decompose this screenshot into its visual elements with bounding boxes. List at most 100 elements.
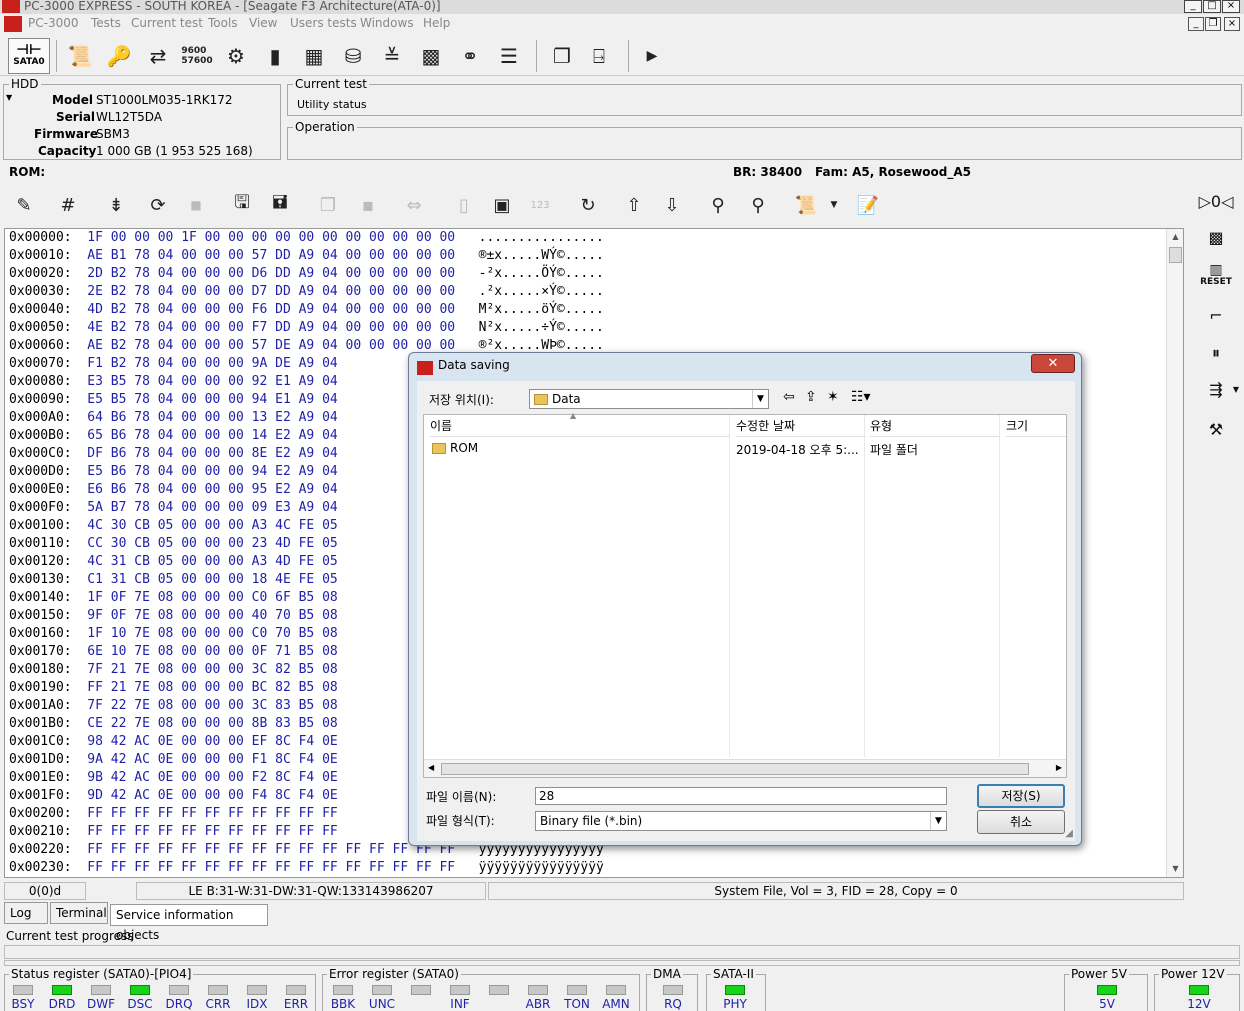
mdi-restore-button[interactable]: ❐ xyxy=(1205,17,1221,31)
table-icon[interactable]: ▦ xyxy=(298,40,330,72)
hex-row-ascii[interactable]: N²x.....÷Ý©..... xyxy=(479,320,604,335)
hex-row-bytes[interactable]: 64 B6 78 04 00 00 00 13 E2 A9 04 xyxy=(87,410,337,425)
list-icon[interactable]: ☰ xyxy=(493,40,525,72)
hex-row-bytes[interactable]: E3 B5 78 04 00 00 00 92 E1 A9 04 xyxy=(87,374,337,389)
chevron-down-icon[interactable]: ▼ xyxy=(930,812,946,830)
hex-row[interactable]: 0x001B0: CE 22 7E 08 00 00 00 8B 83 B5 0… xyxy=(9,715,361,733)
up-folder-icon[interactable]: ⇪ xyxy=(805,389,817,405)
hex-row[interactable]: 0x00030: 2E B2 78 04 00 00 00 D7 DD A9 0… xyxy=(9,283,604,301)
chevron-down-icon[interactable]: ▼ xyxy=(820,191,848,219)
hex-row-bytes[interactable]: 4C 30 CB 05 00 00 00 A3 4C FE 05 xyxy=(87,518,337,533)
download-icon[interactable]: ⇩ xyxy=(658,191,686,219)
minimize-button[interactable]: _ xyxy=(1184,0,1202,13)
hex-row[interactable]: 0x00000: 1F 00 00 00 1F 00 00 00 00 00 0… xyxy=(9,229,604,247)
sata-port-button[interactable]: ⊣⊢ SATA0 xyxy=(8,38,50,74)
menu-tools[interactable]: Tools xyxy=(208,16,238,30)
hex-row-ascii[interactable]: M²x.....öÝ©..... xyxy=(479,302,604,317)
save-button[interactable]: 저장(S) xyxy=(977,784,1065,808)
exit-icon[interactable]: ⍈ xyxy=(583,40,615,72)
horizontal-scroll-thumb[interactable] xyxy=(441,763,1029,775)
hex-row-bytes[interactable]: 9F 0F 7E 08 00 00 00 40 70 B5 08 xyxy=(87,608,337,623)
hex-row-bytes[interactable]: 9A 42 AC 0E 00 00 00 F1 8C F4 0E xyxy=(87,752,337,767)
hex-row-bytes[interactable]: 98 42 AC 0E 00 00 00 EF 8C F4 0E xyxy=(87,734,337,749)
transfer-icon[interactable]: ⇄ xyxy=(142,40,174,72)
hex-row[interactable]: 0x000F0: 5A B7 78 04 00 00 00 09 E3 A9 0… xyxy=(9,499,361,517)
hex-row[interactable]: 0x00070: F1 B2 78 04 00 00 00 9A DE A9 0… xyxy=(9,355,361,373)
hex-row[interactable]: 0x00190: FF 21 7E 08 00 00 00 BC 82 B5 0… xyxy=(9,679,361,697)
mdi-app-icon[interactable] xyxy=(4,16,22,32)
hex-row-ascii[interactable]: ................ xyxy=(479,230,604,245)
hex-row[interactable]: 0x001C0: 98 42 AC 0E 00 00 00 EF 8C F4 0… xyxy=(9,733,361,751)
mdi-close-button[interactable]: × xyxy=(1224,17,1240,31)
menu-windows[interactable]: Windows xyxy=(360,16,414,30)
key-icon[interactable]: 🔑 xyxy=(103,40,135,72)
hex-row-bytes[interactable]: E6 B6 78 04 00 00 00 95 E2 A9 04 xyxy=(87,482,337,497)
view-menu-icon[interactable]: ☷▾ xyxy=(851,389,871,405)
hex-row-bytes[interactable]: 1F 10 7E 08 00 00 00 C0 70 B5 08 xyxy=(87,626,337,641)
rotate-doc-icon[interactable]: ↻ xyxy=(574,191,602,219)
chevron-down-icon[interactable]: ▼ xyxy=(1230,374,1242,404)
new-doc-icon[interactable]: ▯ xyxy=(450,191,478,219)
probe-icon[interactable]: ⌐ xyxy=(1196,300,1236,330)
hex-row-bytes[interactable]: 2E B2 78 04 00 00 00 D7 DD A9 04 00 00 0… xyxy=(87,284,455,299)
stop-icon[interactable]: ■ xyxy=(182,191,210,219)
power5-indicator[interactable]: 5V xyxy=(1096,985,1118,1011)
pause-icon[interactable]: ⏸ xyxy=(1196,338,1236,368)
hex-row[interactable]: 0x00020: 2D B2 78 04 00 00 00 D6 DD A9 0… xyxy=(9,265,604,283)
tab-service-information-objects[interactable]: Service information objects xyxy=(110,904,268,942)
read-down-icon[interactable]: ⇟ xyxy=(102,191,130,219)
hex-row[interactable]: 0x000B0: 65 B6 78 04 00 00 00 14 E2 A9 0… xyxy=(9,427,361,445)
hex-row-bytes[interactable]: 7F 21 7E 08 00 00 00 3C 82 B5 08 xyxy=(87,662,337,677)
save-all-icon[interactable]: 🖬 xyxy=(266,191,294,219)
hex-row[interactable]: 0x00090: E5 B5 78 04 00 00 00 94 E1 A9 0… xyxy=(9,391,361,409)
hex-row-bytes[interactable]: FF FF FF FF FF FF FF FF FF FF FF FF FF F… xyxy=(87,842,455,857)
chevron-down-icon[interactable]: ▼ xyxy=(752,390,768,408)
hash-icon[interactable]: # xyxy=(54,191,82,219)
hex-row[interactable]: 0x00100: 4C 30 CB 05 00 00 00 A3 4C FE 0… xyxy=(9,517,361,535)
hex-row-bytes[interactable]: AE B2 78 04 00 00 00 57 DE A9 04 00 00 0… xyxy=(87,338,455,353)
column-size-header[interactable]: 크기 xyxy=(1006,415,1066,437)
hdd-dropdown-icon[interactable]: ▼ xyxy=(6,93,12,102)
scroll-down-icon[interactable]: ▼ xyxy=(1167,861,1183,877)
find-next-icon[interactable]: ⚲ xyxy=(744,191,772,219)
cancel-button[interactable]: 취소 xyxy=(977,810,1065,834)
hex-row-bytes[interactable]: FF FF FF FF FF FF FF FF FF FF FF FF FF F… xyxy=(87,860,455,875)
menu-view[interactable]: View xyxy=(249,16,277,30)
upload-icon[interactable]: ⇧ xyxy=(620,191,648,219)
hex-row[interactable]: 0x00010: AE B1 78 04 00 00 00 57 DD A9 0… xyxy=(9,247,604,265)
power-toggle-icon[interactable]: ▷0◁ xyxy=(1196,186,1236,216)
hex-row-bytes[interactable]: E5 B6 78 04 00 00 00 94 E2 A9 04 xyxy=(87,464,337,479)
dialog-close-button[interactable]: ✕ xyxy=(1031,354,1075,373)
hex-row-bytes[interactable]: CC 30 CB 05 00 00 00 23 4D FE 05 xyxy=(87,536,337,551)
hex-row[interactable]: 0x00130: C1 31 CB 05 00 00 00 18 4E FE 0… xyxy=(9,571,361,589)
hex-row-bytes[interactable]: 9B 42 AC 0E 00 00 00 F2 8C F4 0E xyxy=(87,770,337,785)
menu-current-test[interactable]: Current test xyxy=(131,16,203,30)
close-button[interactable]: × xyxy=(1222,0,1240,13)
hex-row-bytes[interactable]: 6E 10 7E 08 00 00 00 0F 71 B5 08 xyxy=(87,644,337,659)
hex-row-bytes[interactable]: FF FF FF FF FF FF FF FF FF FF FF xyxy=(87,824,337,839)
power12-indicator[interactable]: 12V xyxy=(1187,985,1211,1011)
hex-row[interactable]: 0x00040: 4D B2 78 04 00 00 00 F6 DD A9 0… xyxy=(9,301,604,319)
hex-row[interactable]: 0x00110: CC 30 CB 05 00 00 00 23 4D FE 0… xyxy=(9,535,361,553)
hex-row-bytes[interactable]: 1F 00 00 00 1F 00 00 00 00 00 00 00 00 0… xyxy=(87,230,455,245)
tab-log[interactable]: Log xyxy=(4,902,48,924)
hex-row[interactable]: 0x00180: 7F 21 7E 08 00 00 00 3C 82 B5 0… xyxy=(9,661,361,679)
disk-icon[interactable]: ⛁ xyxy=(337,40,369,72)
scroll-up-icon[interactable]: ▲ xyxy=(1167,229,1183,245)
hex-row-bytes[interactable]: 65 B6 78 04 00 00 00 14 E2 A9 04 xyxy=(87,428,337,443)
hex-row[interactable]: 0x001E0: 9B 42 AC 0E 00 00 00 F2 8C F4 0… xyxy=(9,769,361,787)
network-icon[interactable]: ⚭ xyxy=(454,40,486,72)
hex-row-bytes[interactable]: 9D 42 AC 0E 00 00 00 F4 8C F4 0E xyxy=(87,788,337,803)
scroll-thumb[interactable] xyxy=(1169,247,1182,263)
baud-rate-icon[interactable]: 9600 57600 xyxy=(181,40,213,72)
hex-row-bytes[interactable]: 4D B2 78 04 00 00 00 F6 DD A9 04 00 00 0… xyxy=(87,302,455,317)
hex-row-bytes[interactable]: 4E B2 78 04 00 00 00 F7 DD A9 04 00 00 0… xyxy=(87,320,455,335)
hex-row[interactable]: 0x00050: 4E B2 78 04 00 00 00 F7 DD A9 0… xyxy=(9,319,604,337)
hex-row-ascii[interactable]: -²x.....ÖÝ©..... xyxy=(479,266,604,281)
binoculars-icon[interactable]: ⚲ xyxy=(704,191,732,219)
hex-row-ascii[interactable]: ÿÿÿÿÿÿÿÿÿÿÿÿÿÿÿÿ xyxy=(479,860,604,875)
new-folder-icon[interactable]: ✶ xyxy=(827,389,839,405)
hex-row[interactable]: 0x00150: 9F 0F 7E 08 00 00 00 40 70 B5 0… xyxy=(9,607,361,625)
maximize-button[interactable]: □ xyxy=(1203,0,1221,13)
hex-row-bytes[interactable]: 5A B7 78 04 00 00 00 09 E3 A9 04 xyxy=(87,500,337,515)
